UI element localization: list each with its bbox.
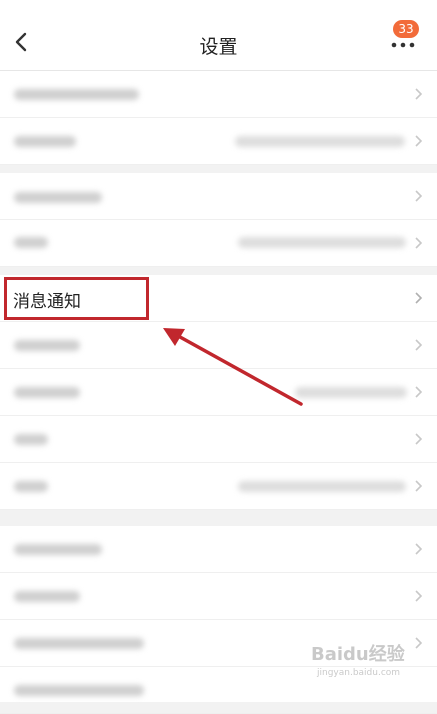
blurred-label	[14, 136, 76, 147]
settings-row-blurred[interactable]	[0, 526, 437, 573]
blurred-value	[238, 481, 406, 492]
chevron-right-icon	[415, 590, 423, 602]
settings-row-blurred[interactable]	[0, 463, 437, 510]
chevron-right-icon	[415, 88, 423, 100]
chevron-right-icon	[415, 386, 423, 398]
highlight-box	[4, 277, 149, 320]
chevron-right-icon	[415, 480, 423, 492]
watermark-subtext: jingyan.baidu.com	[317, 668, 401, 678]
blurred-label	[14, 591, 80, 602]
settings-group-1	[0, 71, 437, 165]
more-dots-icon	[391, 42, 415, 48]
blurred-label	[14, 434, 48, 445]
settings-row-blurred[interactable]	[0, 118, 437, 165]
chevron-right-icon	[415, 339, 423, 351]
settings-group-2	[0, 173, 437, 267]
blurred-label	[14, 387, 80, 398]
page-title: 设置	[199, 36, 238, 58]
blurred-label	[14, 638, 144, 649]
top-bar: 设置 33	[0, 0, 437, 71]
chevron-right-icon	[415, 433, 423, 445]
notification-badge: 33	[393, 20, 419, 38]
chevron-right-icon	[415, 237, 423, 249]
blurred-label	[14, 685, 144, 696]
blurred-label	[14, 237, 48, 248]
red-arrow-annotation	[163, 328, 303, 406]
more-button[interactable]: 33	[387, 20, 423, 60]
settings-row-blurred[interactable]	[0, 71, 437, 118]
baidu-watermark: Baidu经验 jingyan.baidu.com	[311, 640, 421, 690]
blurred-label	[14, 481, 48, 492]
settings-row-blurred[interactable]	[0, 220, 437, 267]
settings-row-blurred[interactable]	[0, 416, 437, 463]
chevron-right-icon	[415, 292, 423, 304]
settings-row-blurred[interactable]	[0, 173, 437, 220]
chevron-right-icon	[415, 543, 423, 555]
settings-row-blurred[interactable]	[0, 573, 437, 620]
blurred-value	[238, 237, 406, 248]
chevron-right-icon	[415, 190, 423, 202]
blurred-label	[14, 340, 80, 351]
blurred-label	[14, 192, 102, 203]
blurred-label	[14, 89, 139, 100]
chevron-right-icon	[415, 135, 423, 147]
watermark-text: Baidu经验	[311, 644, 405, 665]
blurred-label	[14, 544, 102, 555]
blurred-value	[235, 136, 405, 147]
